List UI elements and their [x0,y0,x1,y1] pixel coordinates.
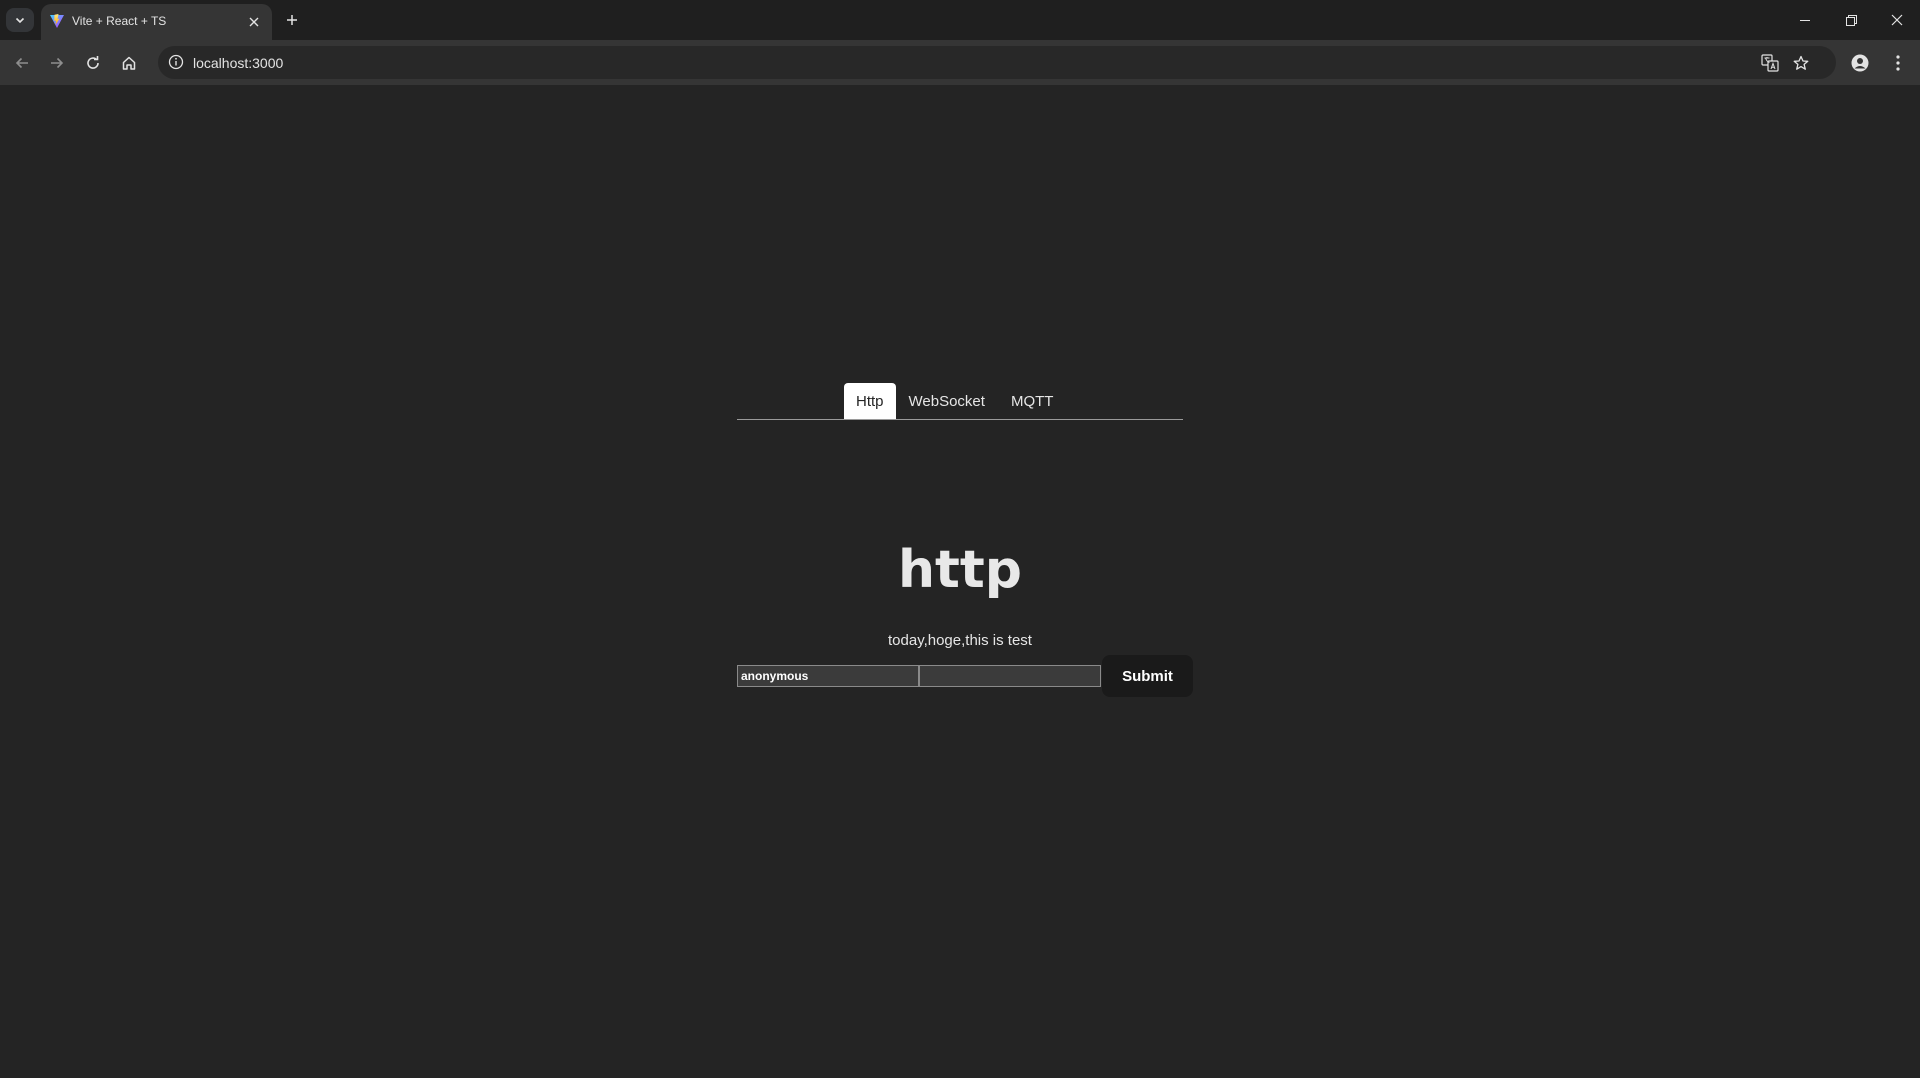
arrow-right-icon [49,55,65,71]
chevron-down-icon [14,14,26,26]
page-title: http [898,540,1022,600]
back-button[interactable] [8,49,36,77]
browser-menu-button[interactable] [1884,49,1912,77]
message-text: today,hoge,this is test [888,632,1032,649]
home-icon [121,55,137,71]
close-tab-icon[interactable] [246,14,262,30]
close-window-button[interactable] [1874,0,1920,40]
vite-favicon-icon [49,13,65,29]
minimize-icon [1800,15,1810,25]
protocol-tabs: Http WebSocket MQTT [737,383,1183,420]
tab-websocket[interactable]: WebSocket [896,383,998,419]
arrow-left-icon [14,55,30,71]
new-tab-button[interactable] [280,8,304,32]
bookmark-star-icon[interactable] [1790,52,1812,74]
address-url: localhost:3000 [193,55,284,71]
profile-button[interactable] [1846,49,1874,77]
restore-window-button[interactable] [1828,0,1874,40]
tab-http[interactable]: Http [844,383,896,419]
message-input[interactable] [919,665,1101,687]
submit-button[interactable]: Submit [1102,655,1193,697]
forward-button[interactable] [43,49,71,77]
home-button[interactable] [115,49,143,77]
address-bar[interactable]: localhost:3000 [158,46,1836,79]
translate-icon[interactable] [1759,52,1781,74]
message-form: Submit [737,655,1193,697]
protocol-tab-list: Http WebSocket MQTT [844,383,1066,419]
restore-icon [1845,14,1857,26]
site-info-icon[interactable] [166,52,186,72]
profile-icon [1851,54,1869,72]
name-input[interactable] [737,665,919,687]
reload-icon [85,55,101,71]
reload-button[interactable] [79,49,107,77]
tab-mqtt[interactable]: MQTT [998,383,1067,419]
tab-search-button[interactable] [6,8,34,32]
more-vert-icon [1896,55,1900,71]
close-icon [1891,14,1903,26]
minimize-window-button[interactable] [1782,0,1828,40]
browser-tabstrip: Vite + React + TS [0,0,1920,40]
browser-tab-title: Vite + React + TS [72,14,167,28]
plus-icon [286,14,298,26]
browser-tab[interactable]: Vite + React + TS [41,4,272,40]
